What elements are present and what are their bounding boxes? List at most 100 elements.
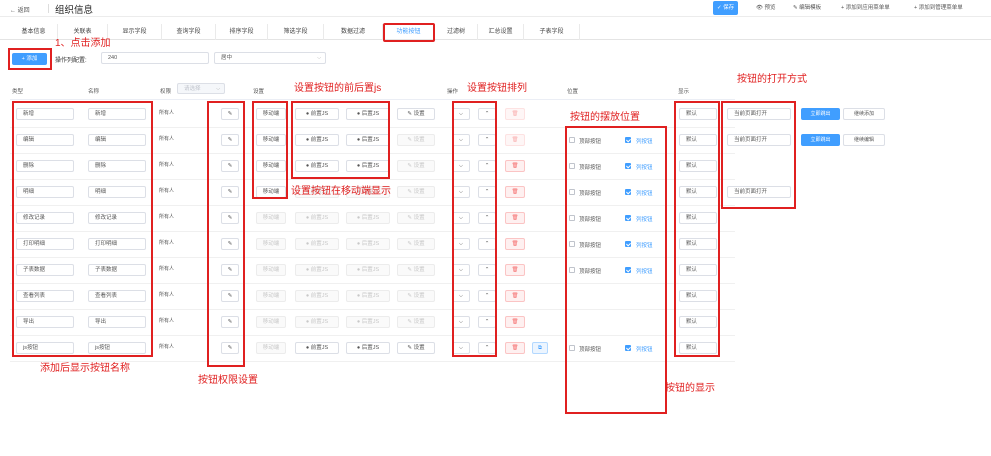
delete-button[interactable]: 🗑 <box>505 290 525 302</box>
permission-filter-select[interactable]: 请选择 ⌵ <box>177 83 225 94</box>
post-js-button[interactable]: ● 后置JS <box>346 238 390 250</box>
post-js-label: 后置JS <box>361 345 380 351</box>
post-js-label: 后置JS <box>361 319 380 325</box>
post-js-button[interactable]: ● 后置JS <box>346 212 390 224</box>
pre-js-button[interactable]: ● 前置JS <box>295 316 339 328</box>
save-button[interactable]: ✓ 保存 <box>713 1 739 15</box>
pre-js-button[interactable]: ● 前置JS <box>295 238 339 250</box>
setting-button[interactable]: ✎ 设置 <box>397 238 435 250</box>
permission-placeholder: 请选择 <box>184 86 201 92</box>
setting-button[interactable]: ✎ 设置 <box>397 342 435 354</box>
annotation-frame <box>207 101 245 367</box>
setting-label: 设置 <box>413 189 425 195</box>
add-to-app-menu-button[interactable]: + 添加到应用菜单单 <box>837 1 894 15</box>
trash-icon: 🗑 <box>511 345 519 351</box>
pre-js-button[interactable]: ● 前置JS <box>295 290 339 302</box>
annotation-text: 添加后显示按钮名称 <box>40 363 130 374</box>
setting-button[interactable]: ✎ 设置 <box>397 108 435 120</box>
permission-text: 所有人 <box>159 266 175 272</box>
post-js-button[interactable]: ● 后置JS <box>346 290 390 302</box>
delete-button[interactable]: 🗑 <box>505 186 525 198</box>
tab-9[interactable]: 汇总设置 <box>478 24 524 40</box>
mobile-toggle[interactable]: 移动端 <box>256 290 286 302</box>
delete-button[interactable]: 🗑 <box>505 108 525 120</box>
annotation-text: 设置按钮在移动端显示 <box>291 186 391 197</box>
edit-template-button[interactable]: ✎ 编辑模板 <box>789 1 825 15</box>
annotation-frame <box>674 101 720 357</box>
tab-4[interactable]: 排序字段 <box>216 24 268 40</box>
preview-button[interactable]: 👁 预览 <box>752 1 780 15</box>
permission-text: 所有人 <box>159 136 175 142</box>
mobile-toggle[interactable]: 移动端 <box>256 316 286 328</box>
post-js-button[interactable]: ● 后置JS <box>346 342 390 354</box>
after-save-jump-button[interactable]: 立即跳出 <box>801 134 840 146</box>
chevron-down-icon: ⌵ <box>317 55 321 61</box>
trash-icon: 🗑 <box>511 111 519 117</box>
setting-button[interactable]: ✎ 设置 <box>397 186 435 198</box>
delete-button[interactable]: 🗑 <box>505 342 525 354</box>
annotation-text: 按钮的摆放位置 <box>570 112 640 123</box>
tab-3[interactable]: 查询字段 <box>162 24 216 40</box>
post-js-label: 后置JS <box>361 267 380 273</box>
setting-button[interactable]: ✎ 设置 <box>397 290 435 302</box>
setting-button[interactable]: ✎ 设置 <box>397 160 435 172</box>
delete-button[interactable]: 🗑 <box>505 212 525 224</box>
annotation-text: 按钮的打开方式 <box>737 74 807 85</box>
trash-icon: 🗑 <box>511 319 519 325</box>
annotation-frame <box>565 126 667 414</box>
trash-icon: 🗑 <box>511 293 519 299</box>
delete-button[interactable]: 🗑 <box>505 238 525 250</box>
trash-icon: 🗑 <box>511 267 519 273</box>
tab-2[interactable]: 显示字段 <box>108 24 162 40</box>
copy-button[interactable]: ⧉ <box>532 342 548 354</box>
add-to-admin-menu-button[interactable]: + 添加到管理菜单单 <box>910 1 967 15</box>
permission-text: 所有人 <box>159 318 175 324</box>
op-width-value: 240 <box>108 55 118 61</box>
trash-icon: 🗑 <box>511 241 519 247</box>
tab-8[interactable]: 过滤树 <box>435 24 478 40</box>
annotation-text: 按钮权限设置 <box>198 375 258 386</box>
back-button[interactable]: ← 返回 <box>10 5 30 14</box>
annotation-frame <box>383 23 435 42</box>
setting-label: 设置 <box>413 293 425 299</box>
header-name: 名称 <box>88 89 100 95</box>
permission-text: 所有人 <box>159 162 175 168</box>
setting-button[interactable]: ✎ 设置 <box>397 316 435 328</box>
pre-js-button[interactable]: ● 前置JS <box>295 212 339 224</box>
after-save-jump-button[interactable]: 立即跳出 <box>801 108 840 120</box>
mobile-toggle[interactable]: 移动端 <box>256 238 286 250</box>
tab-10[interactable]: 子表字段 <box>524 24 580 40</box>
setting-button[interactable]: ✎ 设置 <box>397 264 435 276</box>
after-save-continue-button[interactable]: 继续编辑 <box>843 134 885 146</box>
delete-button[interactable]: 🗑 <box>505 316 525 328</box>
permission-text: 所有人 <box>159 240 175 246</box>
setting-button[interactable]: ✎ 设置 <box>397 134 435 146</box>
pre-js-label: 前置JS <box>310 267 329 273</box>
tab-5[interactable]: 筛选字段 <box>268 24 324 40</box>
setting-button[interactable]: ✎ 设置 <box>397 212 435 224</box>
post-js-label: 后置JS <box>361 215 380 221</box>
delete-button[interactable]: 🗑 <box>505 134 525 146</box>
header-settings: 设置 <box>253 89 265 95</box>
annotation-text: 设置按钮的前后置js <box>294 83 382 94</box>
post-js-button[interactable]: ● 后置JS <box>346 264 390 276</box>
mobile-toggle[interactable]: 移动端 <box>256 264 286 276</box>
delete-button[interactable]: 🗑 <box>505 160 525 172</box>
setting-label: 设置 <box>413 215 425 221</box>
after-save-continue-button[interactable]: 继续添加 <box>843 108 885 120</box>
pre-js-button[interactable]: ● 前置JS <box>295 264 339 276</box>
mobile-toggle[interactable]: 移动端 <box>256 342 286 354</box>
trash-icon: 🗑 <box>511 137 519 143</box>
delete-button[interactable]: 🗑 <box>505 264 525 276</box>
pre-js-label: 前置JS <box>310 293 329 299</box>
op-align-select[interactable]: 居中 ⌵ <box>214 52 326 64</box>
tab-6[interactable]: 数据过滤 <box>324 24 383 40</box>
pre-js-label: 前置JS <box>310 241 329 247</box>
post-js-button[interactable]: ● 后置JS <box>346 316 390 328</box>
top-bar: ← 返回 组织信息 ✓ 保存 👁 预览 ✎ 编辑模板 + 添加到应用菜单单 + … <box>0 0 991 17</box>
op-width-input[interactable]: 240 <box>101 52 209 64</box>
tab-0[interactable]: 基本信息 <box>10 24 58 40</box>
pre-js-label: 前置JS <box>310 319 329 325</box>
mobile-toggle[interactable]: 移动端 <box>256 212 286 224</box>
pre-js-button[interactable]: ● 前置JS <box>295 342 339 354</box>
